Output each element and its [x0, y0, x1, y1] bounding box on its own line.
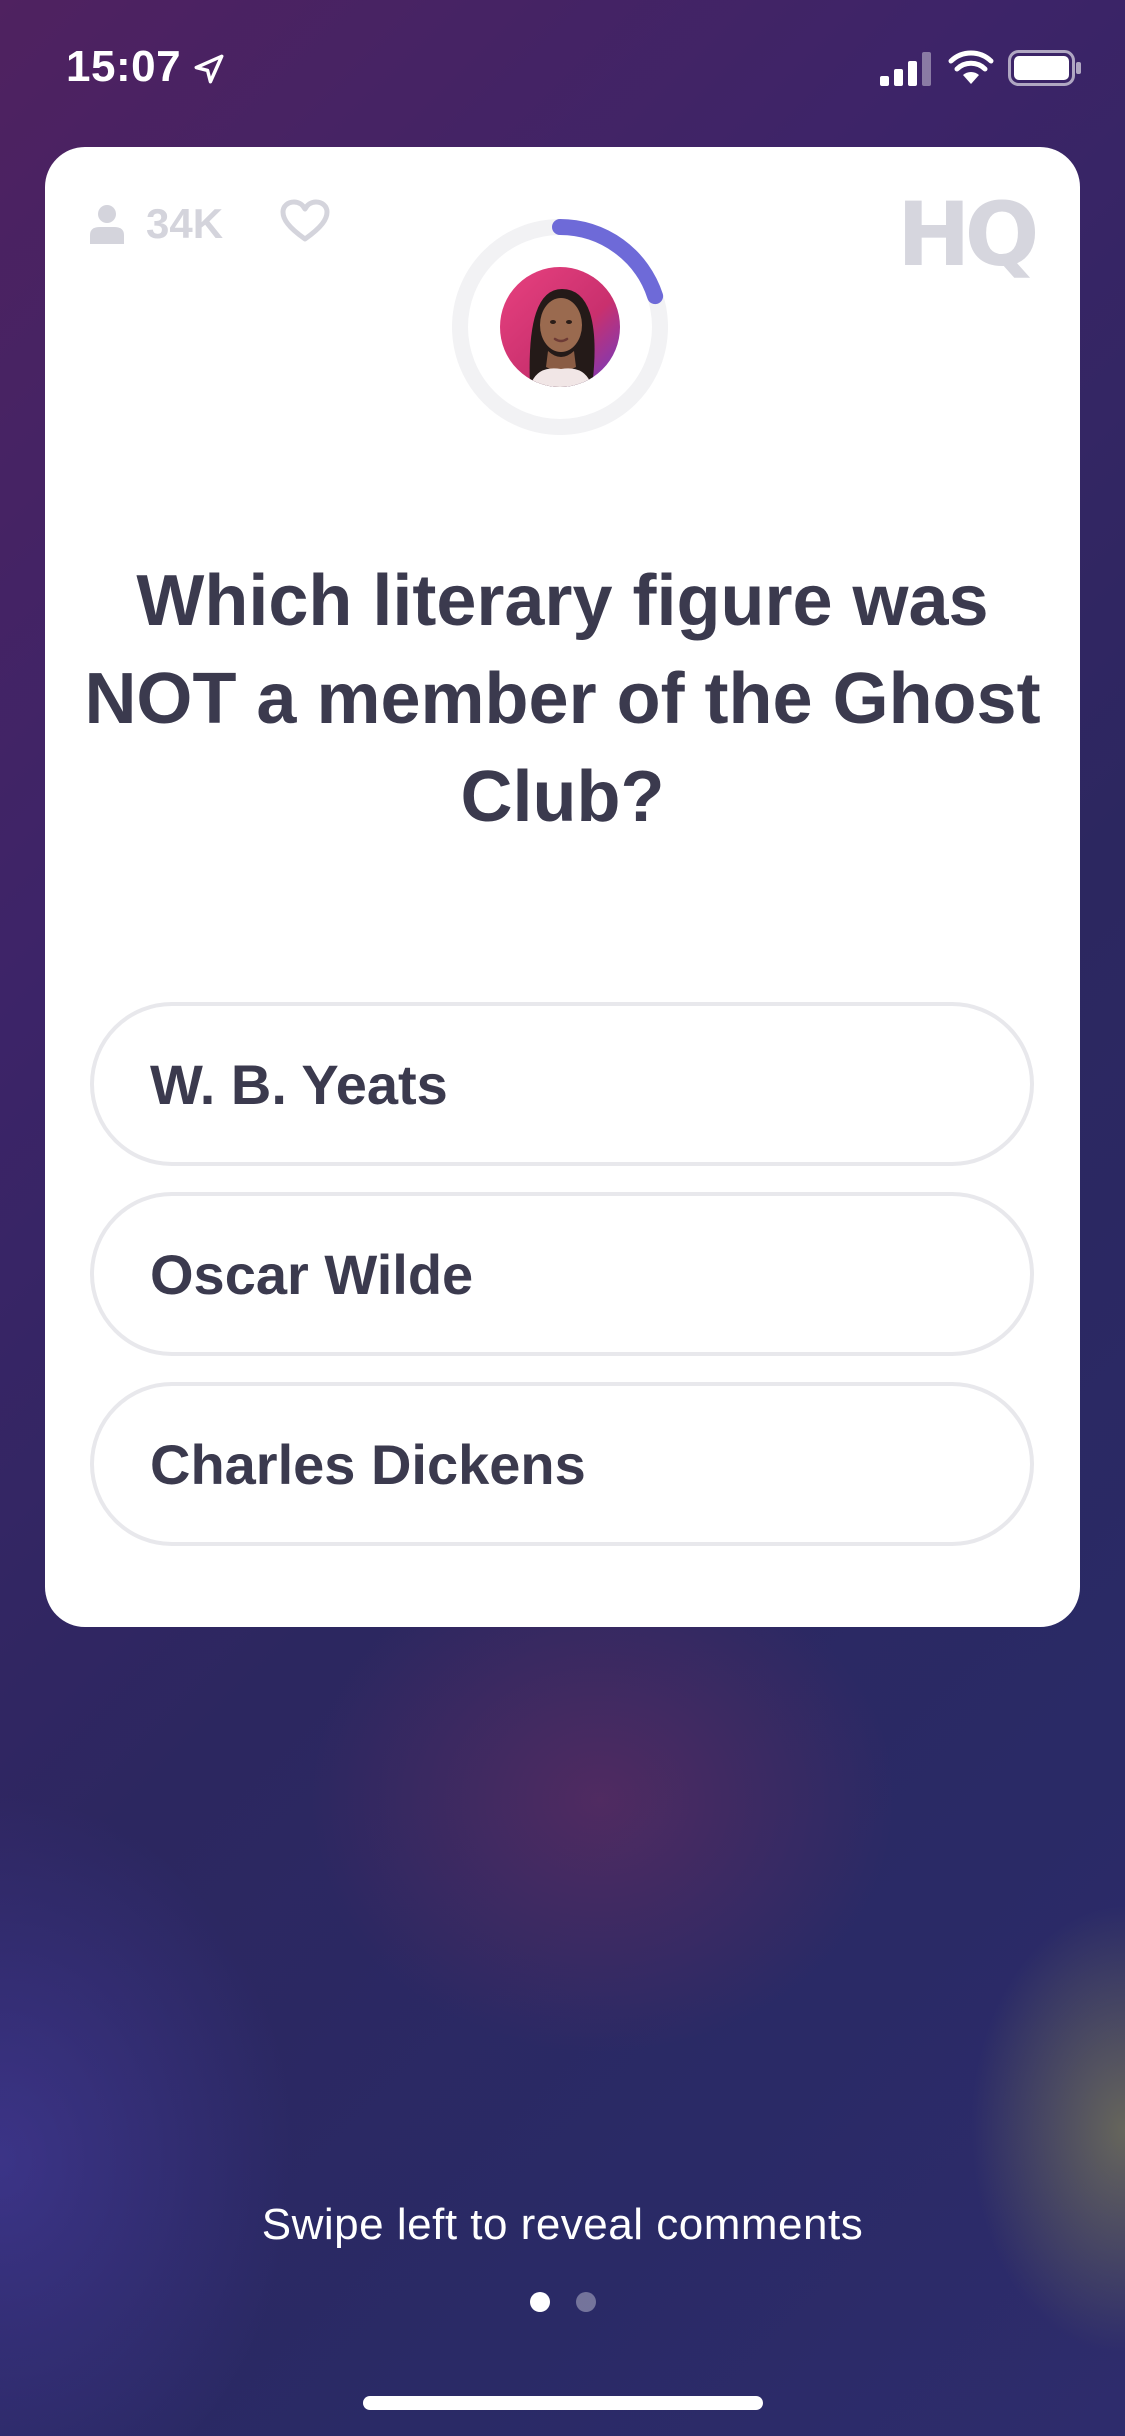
- battery-icon: [1008, 50, 1081, 86]
- question-card: 34K HQ Which literary figure was NOT a m…: [45, 147, 1080, 1627]
- host-avatar: [500, 267, 620, 387]
- heart-icon[interactable]: [280, 199, 330, 243]
- status-time: 15:07: [66, 42, 182, 91]
- answer-option-3[interactable]: Charles Dickens: [90, 1382, 1034, 1546]
- host-timer: [450, 217, 670, 437]
- page-dot-1[interactable]: [529, 2292, 550, 2312]
- wifi-icon: [948, 50, 994, 84]
- swipe-hint: Swipe left to reveal comments: [261, 2200, 864, 2249]
- page-dot-2[interactable]: [575, 2292, 596, 2312]
- person-icon: [90, 205, 124, 244]
- status-bar: 15:07: [0, 0, 1125, 140]
- answer-option-2[interactable]: Oscar Wilde: [90, 1192, 1034, 1356]
- page-indicator[interactable]: [0, 2292, 1125, 2312]
- cellular-signal-icon: [880, 52, 931, 86]
- location-arrow-icon: [194, 54, 224, 84]
- viewer-count: 34K: [90, 199, 223, 249]
- hq-logo: HQ: [897, 183, 1039, 286]
- answer-option-1[interactable]: W. B. Yeats: [90, 1002, 1034, 1166]
- question-text: Which literary figure was NOT a member o…: [84, 561, 1041, 837]
- viewer-count-text: 34K: [146, 200, 224, 247]
- home-indicator[interactable]: [363, 2396, 763, 2410]
